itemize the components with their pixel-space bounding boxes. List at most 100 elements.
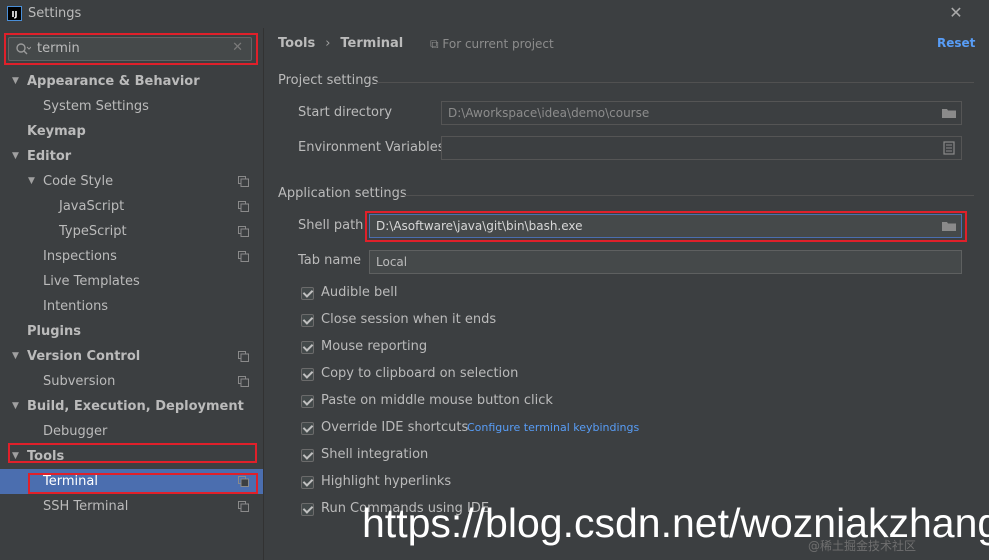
configure-keybindings-link[interactable]: Configure terminal keybindings [467, 421, 639, 434]
sidebar-item-label: Keymap [27, 124, 86, 139]
platform-watermark: @稀土掘金技术社区 [808, 539, 917, 553]
breadcrumb: Tools › Terminal [278, 36, 403, 51]
sidebar-item-ssh-terminal[interactable]: SSH Terminal [0, 494, 263, 519]
sidebar-item-label: JavaScript [59, 199, 125, 214]
sidebar-item-label: Build, Execution, Deployment [27, 399, 244, 414]
sidebar-item-keymap[interactable]: Keymap [0, 119, 263, 144]
start-directory-value: D:\Aworkspace\idea\demo\course [448, 106, 650, 120]
folder-icon[interactable] [941, 106, 957, 120]
sidebar-item-label: SSH Terminal [43, 499, 129, 514]
close-icon[interactable]: ✕ [946, 3, 966, 23]
checkbox-label: Close session when it ends [321, 312, 497, 327]
sidebar-item-tools[interactable]: ▼ Tools [0, 444, 263, 469]
for-current-project-note: ⧉ For current project [430, 37, 554, 52]
shell-path-field[interactable]: D:\Asoftware\java\git\bin\bash.exe [369, 214, 962, 238]
sidebar-item-label: Plugins [27, 324, 81, 339]
sidebar-item-label: Live Templates [43, 274, 140, 289]
project-level-icon [238, 351, 249, 362]
window-title: Settings [28, 6, 82, 21]
tab-name-field[interactable]: Local [369, 250, 962, 274]
start-directory-field[interactable]: D:\Aworkspace\idea\demo\course [441, 101, 962, 125]
checkbox[interactable] [301, 395, 314, 408]
breadcrumb-current: Terminal [340, 36, 404, 51]
checkbox[interactable] [301, 314, 314, 327]
sidebar-item-system-settings[interactable]: System Settings [0, 94, 263, 119]
checkbox-label: Override IDE shortcuts [321, 420, 469, 435]
tab-name-value: Local [376, 255, 408, 269]
breadcrumb-separator: › [325, 36, 331, 51]
sidebar-item-javascript[interactable]: JavaScript [0, 194, 263, 219]
folder-icon[interactable] [941, 219, 957, 233]
chevron-down-icon[interactable]: ▼ [28, 169, 40, 194]
list-edit-icon[interactable] [941, 141, 957, 155]
checkbox[interactable] [301, 368, 314, 381]
project-level-icon [238, 176, 249, 187]
terminal-settings-panel: Tools › Terminal ⧉ For current project Res… [263, 28, 989, 560]
sidebar-item-label: Tools [27, 449, 65, 464]
env-vars-field[interactable] [441, 136, 962, 160]
start-directory-label: Start directory [298, 105, 393, 120]
chevron-down-icon[interactable]: ▼ [12, 344, 24, 369]
checkbox[interactable] [301, 287, 314, 300]
project-level-icon [238, 251, 249, 262]
sidebar-item-label: Inspections [43, 249, 117, 264]
sidebar-item-live-templates[interactable]: Live Templates [0, 269, 263, 294]
breadcrumb-parent[interactable]: Tools [278, 36, 315, 51]
chevron-down-icon[interactable]: ▼ [12, 394, 24, 419]
sidebar-item-build-execution-deployment[interactable]: ▼ Build, Execution, Deployment [0, 394, 263, 419]
chevron-down-icon[interactable]: ▼ [12, 144, 24, 169]
checkbox-label: Audible bell [321, 285, 398, 300]
checkbox[interactable] [301, 341, 314, 354]
settings-sidebar: termin ✕ ▼ Appearance & Behavior System Se… [0, 28, 263, 560]
project-level-icon [238, 376, 249, 387]
sidebar-item-label: Appearance & Behavior [27, 74, 200, 89]
sidebar-item-subversion[interactable]: Subversion [0, 369, 263, 394]
for-project-label: For current project [442, 37, 554, 51]
shell-path-label: Shell path [298, 218, 364, 233]
sidebar-item-label: Version Control [27, 349, 141, 364]
project-settings-title: Project settings [278, 73, 379, 88]
sidebar-item-label: System Settings [43, 99, 149, 114]
title-bar: IJ Settings ✕ [0, 0, 989, 28]
sidebar-item-label: Terminal [43, 474, 98, 489]
reset-link[interactable]: Reset [937, 36, 975, 50]
checkbox[interactable] [301, 503, 314, 516]
checkbox[interactable] [301, 449, 314, 462]
chevron-down-icon[interactable]: ▼ [12, 69, 24, 94]
sidebar-item-intentions[interactable]: Intentions [0, 294, 263, 319]
env-vars-label: Environment Variables [298, 140, 445, 155]
sidebar-item-appearance-behavior[interactable]: ▼ Appearance & Behavior [0, 69, 263, 94]
sidebar-item-terminal[interactable]: Terminal [0, 469, 263, 494]
search-highlight-box [4, 33, 258, 65]
checkbox[interactable] [301, 476, 314, 489]
sidebar-item-label: Editor [27, 149, 72, 164]
sidebar-item-label: Debugger [43, 424, 108, 439]
sidebar-item-inspections[interactable]: Inspections [0, 244, 263, 269]
intellij-logo-icon: IJ [7, 6, 22, 21]
sidebar-item-version-control[interactable]: ▼ Version Control [0, 344, 263, 369]
shell-path-value: D:\Asoftware\java\git\bin\bash.exe [376, 219, 583, 233]
sidebar-item-code-style[interactable]: ▼ Code Style [0, 169, 263, 194]
sidebar-item-label: Code Style [43, 174, 114, 189]
sidebar-item-plugins[interactable]: Plugins [0, 319, 263, 344]
section-divider [376, 82, 974, 83]
checkbox-label: Paste on middle mouse button click [321, 393, 553, 408]
sidebar-item-editor[interactable]: ▼ Editor [0, 144, 263, 169]
project-level-icon [238, 501, 249, 512]
sidebar-item-label: Subversion [43, 374, 116, 389]
sidebar-item-debugger[interactable]: Debugger [0, 419, 263, 444]
project-level-icon [238, 226, 249, 237]
checkbox-label: Mouse reporting [321, 339, 428, 354]
sidebar-item-label: TypeScript [59, 224, 127, 239]
checkbox[interactable] [301, 422, 314, 435]
checkbox-label: Highlight hyperlinks [321, 474, 452, 489]
checkbox-label: Shell integration [321, 447, 429, 462]
project-scope-icon: ⧉ [430, 37, 443, 51]
sidebar-item-label: Intentions [43, 299, 109, 314]
tab-name-label: Tab name [298, 253, 362, 268]
sidebar-item-typescript[interactable]: TypeScript [0, 219, 263, 244]
project-level-icon [238, 476, 249, 487]
project-level-icon [238, 201, 249, 212]
section-divider [400, 195, 974, 196]
chevron-down-icon[interactable]: ▼ [12, 444, 24, 469]
